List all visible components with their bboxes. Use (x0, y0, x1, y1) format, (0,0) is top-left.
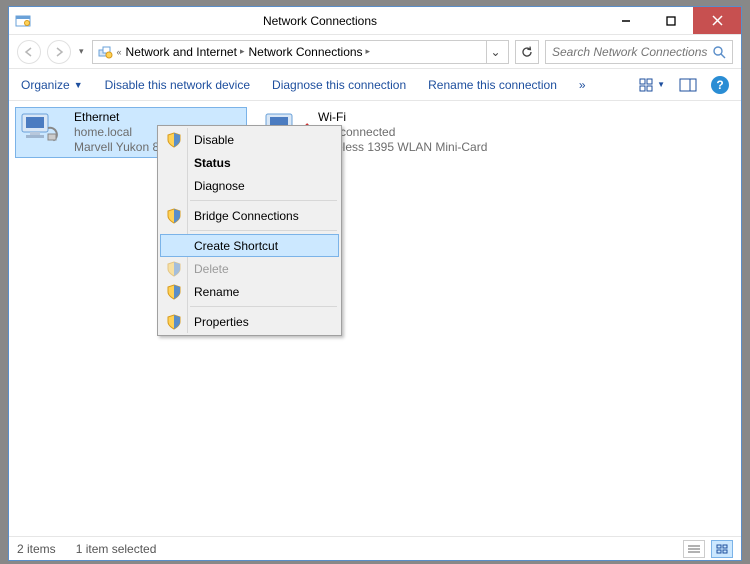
preview-pane-button[interactable] (679, 78, 697, 92)
minimize-button[interactable] (603, 7, 648, 34)
cm-create-shortcut[interactable]: Create Shortcut (160, 234, 339, 257)
address-dropdown-icon[interactable]: ⌄ (486, 41, 504, 63)
search-input[interactable] (552, 45, 712, 59)
shield-icon (166, 284, 182, 300)
adapter-status: Not connected (318, 125, 487, 140)
organize-menu[interactable]: Organize ▼ (21, 78, 83, 92)
window-title: Network Connections (37, 14, 603, 28)
breadcrumb-label: Network and Internet (126, 45, 237, 59)
separator (190, 230, 337, 231)
shield-icon (166, 132, 182, 148)
cm-properties[interactable]: Properties (160, 310, 339, 333)
separator (190, 200, 337, 201)
shield-icon (166, 314, 182, 330)
chevron-down-icon: ▼ (74, 80, 83, 90)
address-bar[interactable]: « Network and Internet▸ Network Connecti… (92, 40, 509, 64)
breadcrumb-segment[interactable]: Network Connections ▸ (248, 45, 370, 59)
item-count: 2 items (17, 542, 56, 556)
ethernet-adapter-icon (18, 110, 66, 150)
cm-disable[interactable]: Disable (160, 128, 339, 151)
details-view-button[interactable] (683, 540, 705, 558)
maximize-button[interactable] (648, 7, 693, 34)
chevron-right-icon: ▸ (240, 46, 245, 57)
separator (190, 306, 337, 307)
refresh-button[interactable] (515, 40, 539, 64)
selection-count: 1 item selected (76, 542, 157, 556)
content-area: Ethernet home.local Marvell Yukon 8… Wi-… (9, 101, 741, 536)
cm-rename[interactable]: Rename (160, 280, 339, 303)
shield-icon (166, 261, 182, 277)
disable-device-button[interactable]: Disable this network device (105, 78, 250, 92)
window-icon (15, 13, 31, 29)
adapter-name: Wi-Fi (318, 110, 487, 125)
close-button[interactable] (693, 7, 741, 34)
view-options-button[interactable]: ▼ (639, 78, 665, 92)
window: Network Connections ▾ « Network and Inte… (8, 6, 742, 561)
cm-delete: Delete (160, 257, 339, 280)
adapter-device: Wireless 1395 WLAN Mini-Card (318, 140, 487, 155)
large-icons-view-button[interactable] (711, 540, 733, 558)
history-dropdown-icon[interactable]: ▾ (77, 46, 86, 57)
chevron-left-icon: « (117, 47, 122, 57)
help-button[interactable]: ? (711, 76, 729, 94)
shield-icon (166, 208, 182, 224)
breadcrumb-label: Network Connections (248, 45, 362, 59)
status-bar: 2 items 1 item selected (9, 536, 741, 560)
navigation-bar: ▾ « Network and Internet▸ Network Connec… (9, 35, 741, 69)
adapter-name: Ethernet (74, 110, 171, 125)
forward-button[interactable] (47, 40, 71, 64)
search-icon[interactable] (712, 45, 726, 59)
toolbar-overflow[interactable]: » (579, 78, 586, 92)
cm-diagnose[interactable]: Diagnose (160, 174, 339, 197)
toolbar: Organize ▼ Disable this network device D… (9, 69, 741, 101)
diagnose-button[interactable]: Diagnose this connection (272, 78, 406, 92)
back-button[interactable] (17, 40, 41, 64)
location-icon (97, 44, 113, 60)
rename-button[interactable]: Rename this connection (428, 78, 557, 92)
titlebar: Network Connections (9, 7, 741, 35)
context-menu: Disable Status Diagnose Bridge Connectio… (157, 125, 342, 336)
chevron-right-icon: ▸ (366, 46, 371, 57)
search-box[interactable] (545, 40, 733, 64)
cm-status[interactable]: Status (160, 151, 339, 174)
cm-bridge[interactable]: Bridge Connections (160, 204, 339, 227)
breadcrumb-segment[interactable]: Network and Internet▸ (126, 45, 245, 59)
